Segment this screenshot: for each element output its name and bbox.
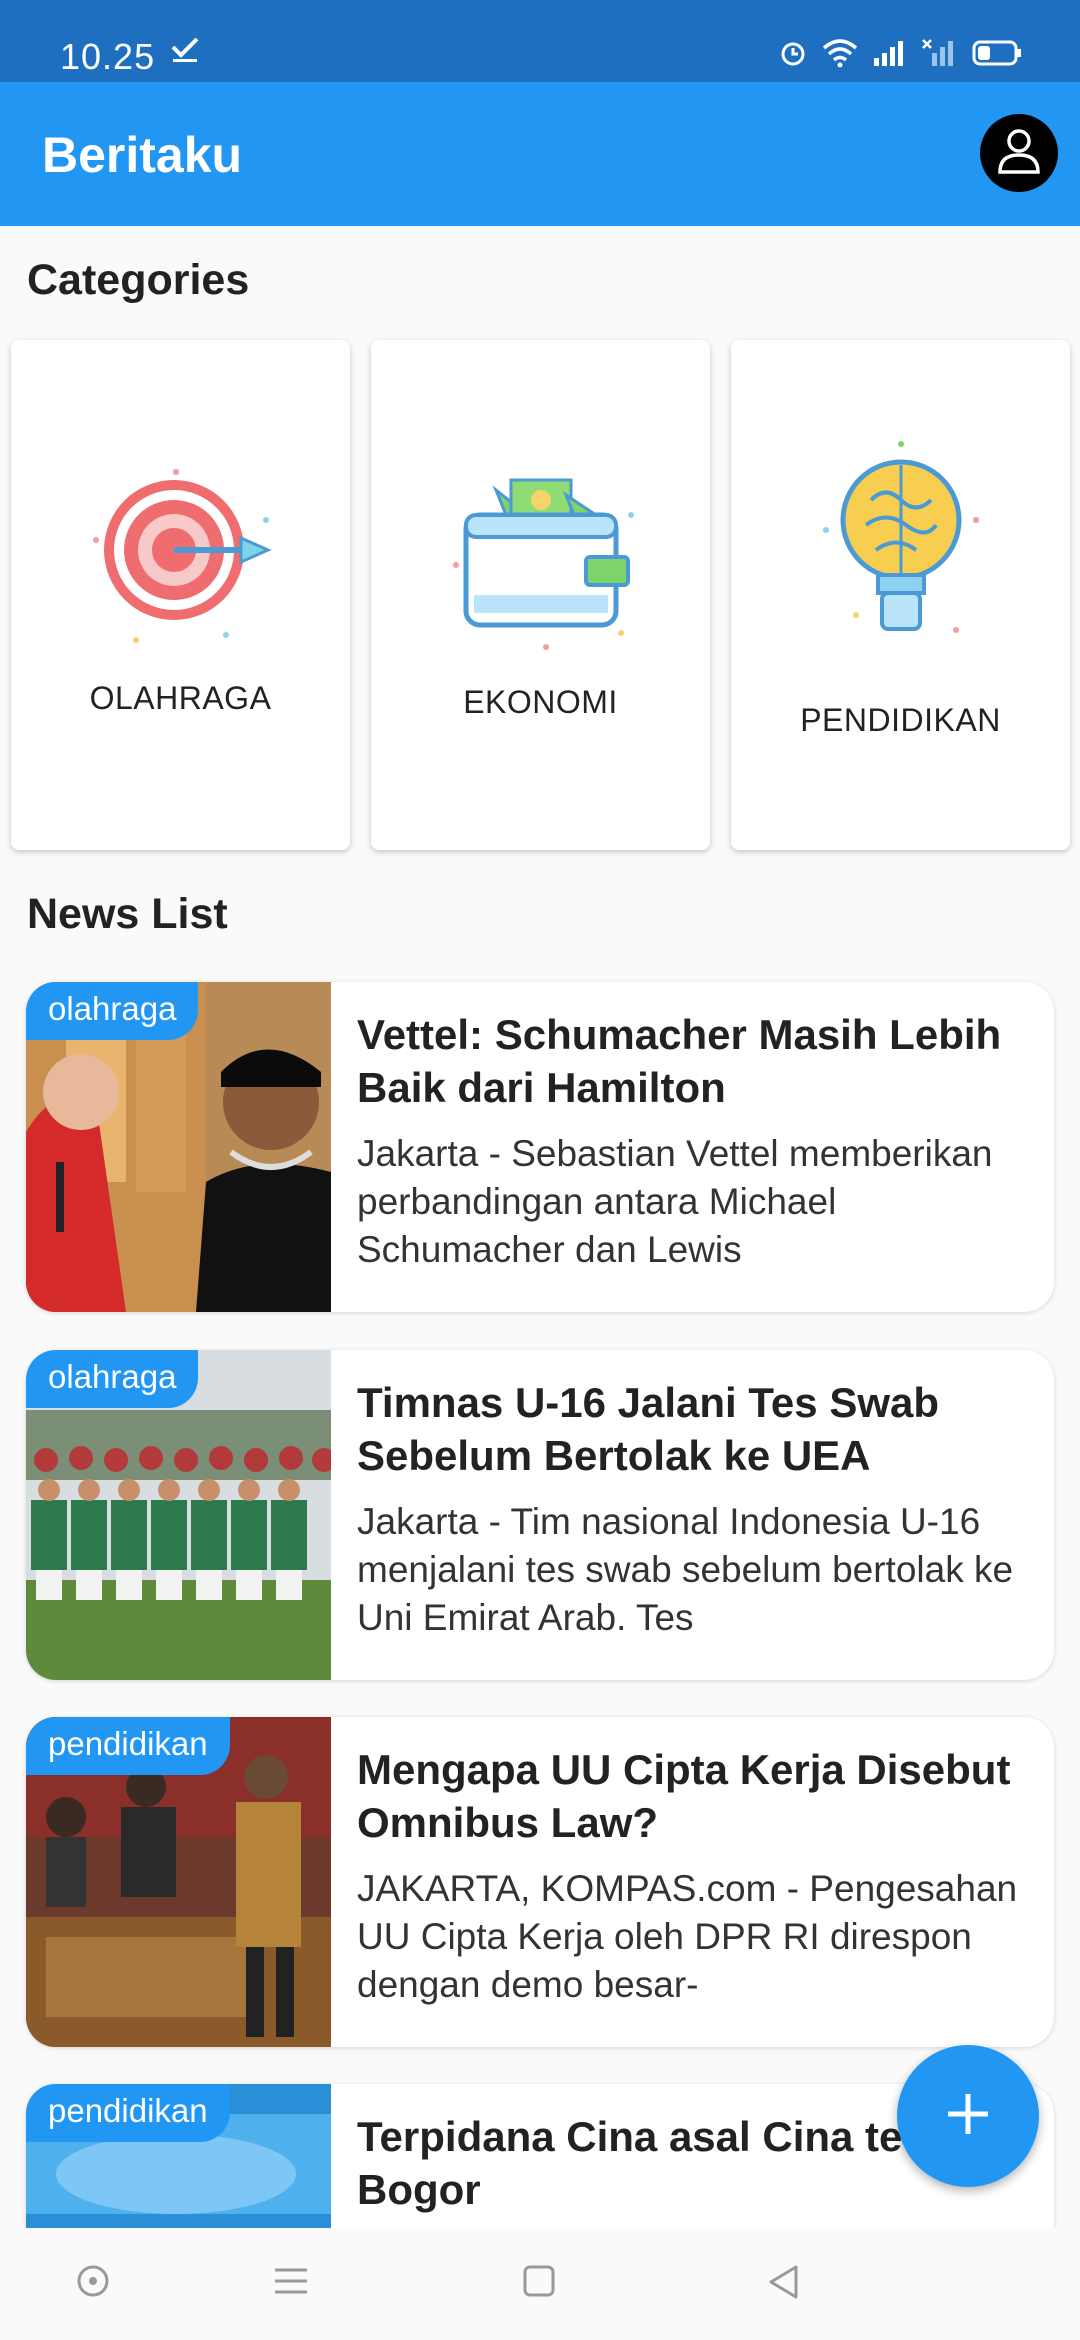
news-thumbnail: olahraga <box>26 1350 331 1680</box>
categories-heading: Categories <box>27 256 250 304</box>
news-thumbnail: pendidikan <box>26 1717 331 2047</box>
status-bar: 10.25 <box>0 0 1080 82</box>
category-label: PENDIDIKAN <box>800 702 1001 738</box>
news-excerpt: Jakarta - Tim nasional Indonesia U-16 me… <box>357 1501 1014 1638</box>
news-card[interactable]: olahraga Timnas U-16 Jalani Tes Swab Seb… <box>26 1350 1054 1680</box>
add-news-button[interactable] <box>897 2045 1039 2187</box>
app-bar: Beritaku <box>0 82 1080 226</box>
home-icon[interactable] <box>522 2264 556 2303</box>
alarm-icon <box>778 38 808 73</box>
news-title: Timnas U-16 Jalani Tes Swab Sebelum Bert… <box>357 1379 940 1479</box>
status-time: 10.25 <box>60 36 156 77</box>
profile-button[interactable] <box>980 114 1058 192</box>
wifi-icon <box>822 38 858 73</box>
check-icon <box>170 34 200 69</box>
menu-icon[interactable] <box>273 2264 309 2303</box>
category-label: EKONOMI <box>463 684 618 720</box>
category-badge: olahraga <box>26 1350 199 1408</box>
app-title: Beritaku <box>42 127 243 183</box>
category-badge: olahraga <box>26 982 199 1040</box>
news-card[interactable]: olahraga Vettel: Schumacher Masih Lebih … <box>26 982 1054 1312</box>
person-icon <box>997 127 1041 180</box>
category-label: OLAHRAGA <box>89 680 272 716</box>
category-badge: pendidikan <box>26 1717 230 1775</box>
back-icon[interactable] <box>766 2264 802 2305</box>
plus-icon <box>944 2090 992 2143</box>
news-card[interactable]: pendidikan Mengapa UU Cipta Kerja Disebu… <box>26 1717 1054 2047</box>
category-card-pendidikan[interactable]: PENDIDIKAN <box>731 340 1070 850</box>
news-excerpt: JAKARTA, KOMPAS.com - Pengesahan UU Cipt… <box>357 1868 1018 2005</box>
battery-icon <box>972 38 1024 73</box>
signal-no-sim-icon <box>922 38 958 73</box>
assistant-icon[interactable] <box>76 2264 110 2303</box>
category-card-ekonomi[interactable]: EKONOMI <box>371 340 710 850</box>
system-nav-bar <box>0 2228 1080 2340</box>
category-badge: pendidikan <box>26 2084 230 2142</box>
status-icons <box>778 38 1024 73</box>
wallet-icon <box>436 455 646 670</box>
lightbulb-brain-icon <box>796 430 1006 675</box>
category-card-olahraga[interactable]: OLAHRAGA <box>11 340 350 850</box>
news-excerpt: Jakarta - Sebastian Vettel memberikan pe… <box>357 1133 993 1270</box>
target-icon <box>76 450 286 665</box>
news-title: Vettel: Schumacher Masih Lebih Baik dari… <box>357 1011 1002 1111</box>
news-thumbnail: olahraga <box>26 982 331 1312</box>
news-list-heading: News List <box>27 890 228 938</box>
signal-icon <box>872 38 908 73</box>
news-title: Mengapa UU Cipta Kerja Disebut Omnibus L… <box>357 1746 1011 1846</box>
